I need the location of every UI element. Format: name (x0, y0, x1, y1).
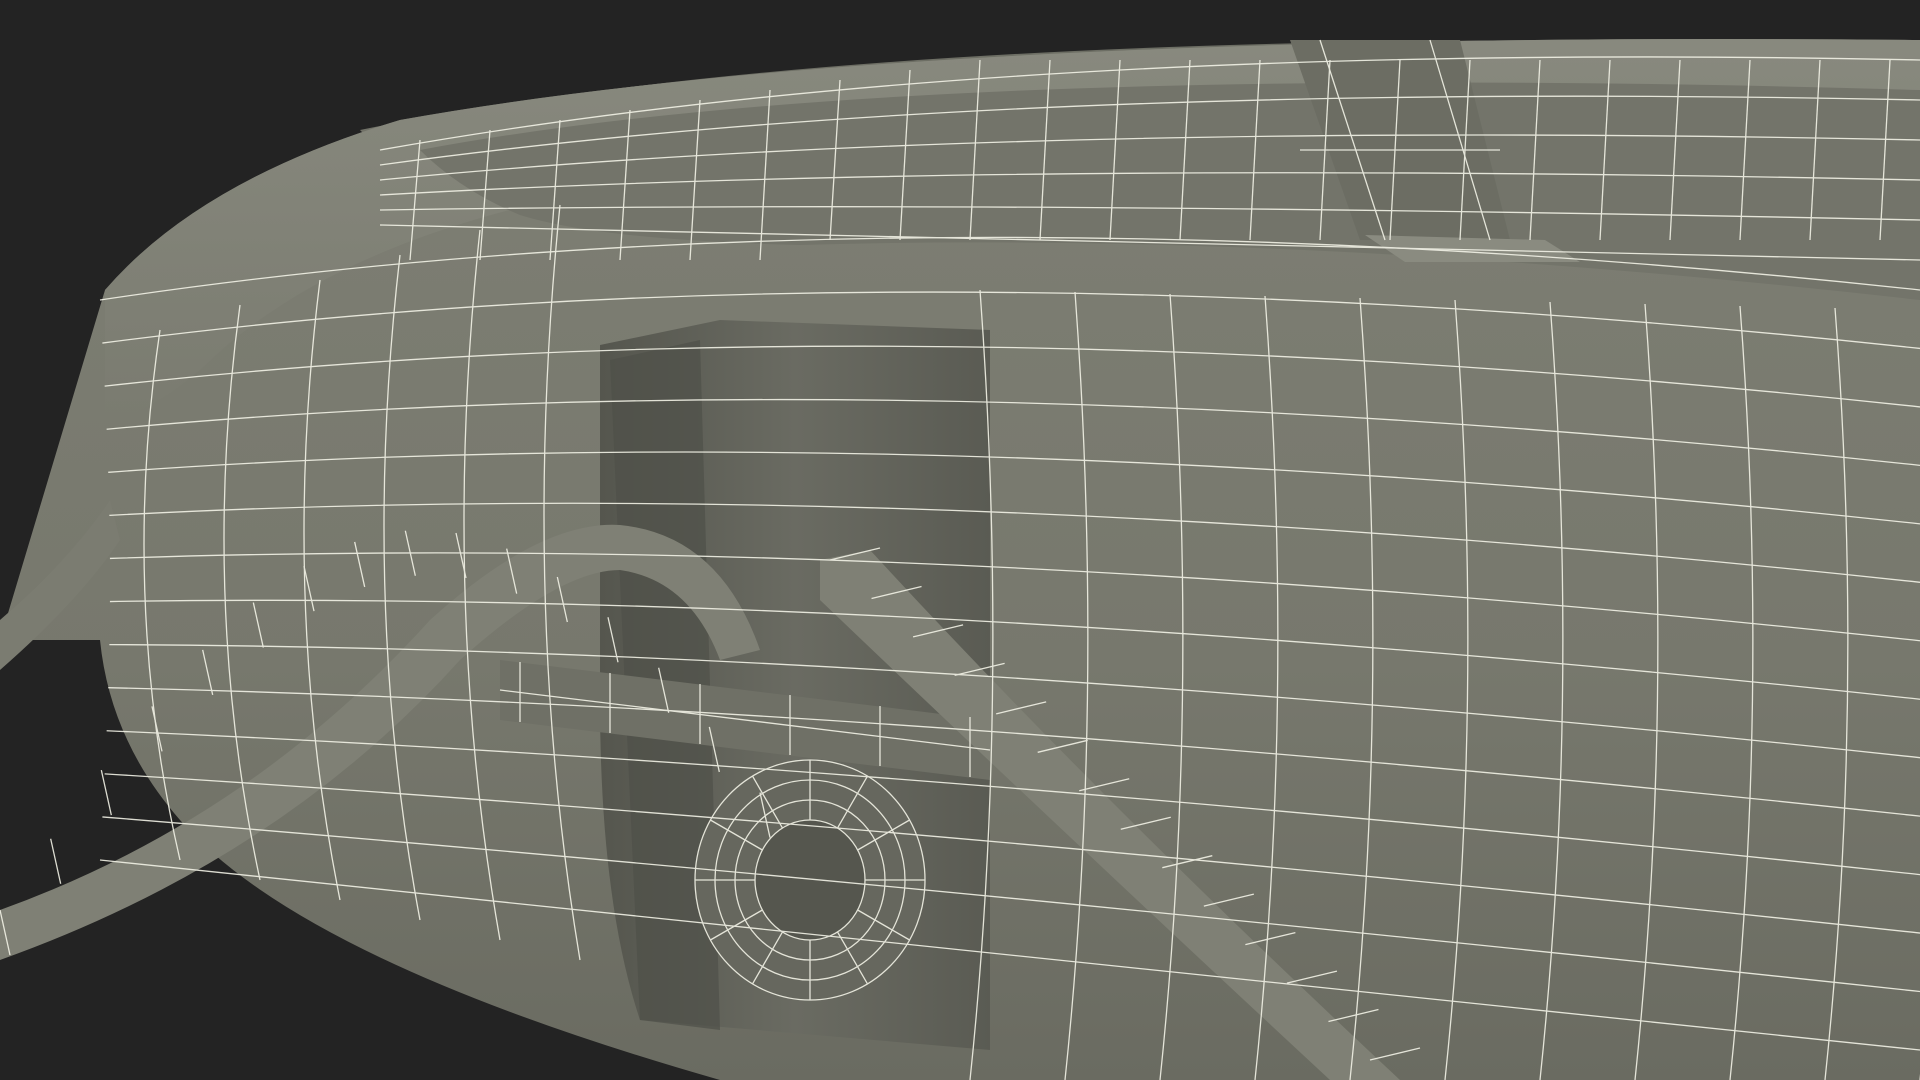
3d-viewport[interactable] (0, 0, 1920, 1080)
mesh-rope-segment (50, 838, 62, 884)
mesh-rope-segment (100, 769, 112, 816)
lifebuoy-wireframe-render (0, 39, 1920, 1080)
